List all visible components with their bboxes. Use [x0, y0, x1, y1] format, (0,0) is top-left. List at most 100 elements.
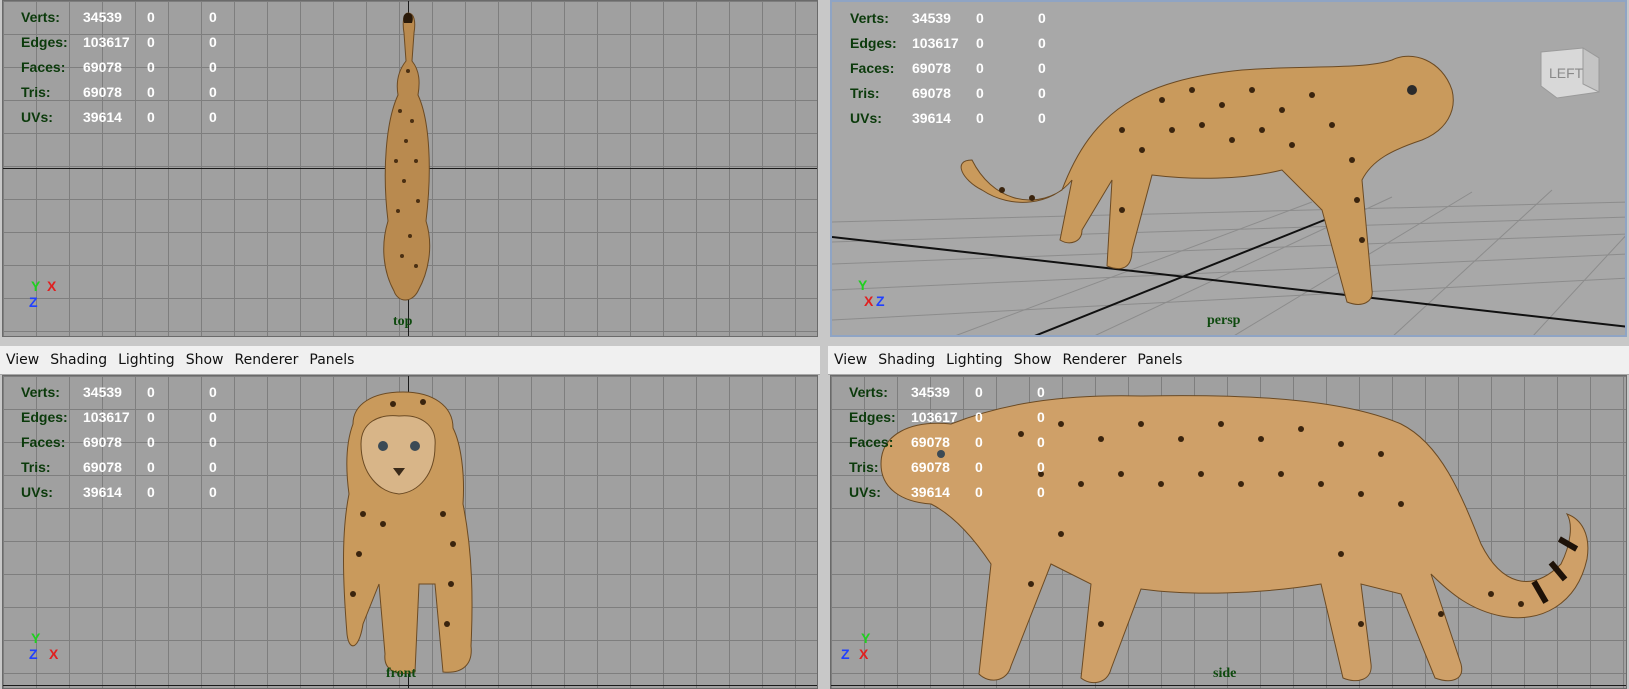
- hud-label: Edges:: [21, 409, 68, 425]
- grid-axis-horizontal: [3, 685, 817, 686]
- hud-value: 0: [1038, 10, 1046, 26]
- camera-name: top: [393, 314, 413, 329]
- hud-value: 0: [209, 434, 217, 450]
- hud-value: 0: [147, 459, 155, 475]
- axis-z-label: Z: [29, 294, 38, 310]
- hud-value: 0: [1037, 384, 1045, 400]
- axis-indicator: Y Z X: [29, 630, 69, 674]
- hud-value: 0: [147, 434, 155, 450]
- hud-value: 0: [976, 60, 984, 76]
- hud-value: 34539: [83, 9, 122, 25]
- viewport-pane-top: Verts: 34539 0 0 Edges: 103617 0 0 Faces: 69078…: [0, 0, 820, 337]
- hud-label: Tris:: [850, 85, 880, 101]
- hud-value: 0: [209, 84, 217, 100]
- view-cube[interactable]: LEFT: [1533, 42, 1603, 104]
- hud-value: 0: [147, 384, 155, 400]
- hud-value: 69078: [83, 434, 122, 450]
- hud-value: 0: [209, 384, 217, 400]
- hud-label: Verts:: [21, 384, 60, 400]
- viewport-pane-front: View Shading Lighting Show Renderer Pane…: [0, 346, 820, 689]
- hud-value: 0: [209, 34, 217, 50]
- hud-value: 0: [1037, 409, 1045, 425]
- menu-view[interactable]: View: [6, 352, 39, 368]
- hud-value: 69078: [83, 459, 122, 475]
- axis-y-label: Y: [31, 630, 41, 646]
- axis-y-label: Y: [861, 630, 871, 646]
- axis-z-label: Z: [841, 646, 850, 662]
- hud-value: 103617: [912, 35, 959, 51]
- hud-value: 34539: [912, 10, 951, 26]
- hud-label: UVs:: [849, 484, 881, 500]
- hud-label: UVs:: [850, 110, 882, 126]
- hud-value: 0: [1038, 60, 1046, 76]
- menu-show[interactable]: Show: [1014, 352, 1052, 368]
- hud-label: Faces:: [849, 434, 894, 450]
- hud-value: 0: [976, 110, 984, 126]
- viewport-side[interactable]: Verts: 34539 0 0 Edges: 103617 0 0 Faces: 69078…: [830, 375, 1627, 689]
- hud-label: Faces:: [21, 59, 66, 75]
- camera-name: side: [1213, 666, 1237, 681]
- menu-panels[interactable]: Panels: [309, 352, 354, 368]
- hud-value: 0: [209, 409, 217, 425]
- hud-label: UVs:: [21, 109, 53, 125]
- hud-value: 0: [147, 59, 155, 75]
- hud-value: 0: [975, 434, 983, 450]
- axis-indicator: Y Z X: [841, 630, 881, 674]
- hud-value: 103617: [911, 409, 958, 425]
- viewport-front[interactable]: Verts: 34539 0 0 Edges: 103617 0 0 Faces: 69078…: [2, 375, 818, 689]
- viewport-persp[interactable]: Verts: 34539 0 0 Edges: 103617 0 0 Faces: 69078…: [830, 0, 1627, 337]
- hud-value: 0: [1038, 110, 1046, 126]
- hud-value: 0: [976, 35, 984, 51]
- poly-count-hud: Verts: 34539 0 0 Edges: 103617 0 0 Faces: 69078…: [850, 6, 1058, 131]
- hud-value: 0: [209, 484, 217, 500]
- hud-label: Faces:: [850, 60, 895, 76]
- axis-z-label: Z: [29, 646, 38, 662]
- hud-value: 0: [1037, 459, 1045, 475]
- hud-value: 0: [147, 484, 155, 500]
- menu-renderer[interactable]: Renderer: [1062, 352, 1126, 368]
- axis-x-label: X: [49, 646, 59, 662]
- hud-value: 39614: [83, 484, 122, 500]
- hud-value: 69078: [83, 59, 122, 75]
- hud-value: 69078: [911, 434, 950, 450]
- camera-name: front: [386, 666, 417, 681]
- menu-lighting[interactable]: Lighting: [118, 352, 175, 368]
- menu-shading[interactable]: Shading: [50, 352, 107, 368]
- hud-value: 0: [147, 34, 155, 50]
- hud-label: Verts:: [849, 384, 888, 400]
- hud-value: 69078: [83, 84, 122, 100]
- menu-lighting[interactable]: Lighting: [946, 352, 1003, 368]
- hud-value: 0: [1038, 35, 1046, 51]
- hud-value: 0: [147, 84, 155, 100]
- menu-view[interactable]: View: [834, 352, 867, 368]
- hud-label: Tris:: [21, 84, 51, 100]
- axis-x-label: X: [859, 646, 869, 662]
- viewport-pane-side: View Shading Lighting Show Renderer Pane…: [828, 346, 1629, 689]
- hud-value: 103617: [83, 34, 130, 50]
- menu-panels[interactable]: Panels: [1137, 352, 1182, 368]
- hud-label: Tris:: [849, 459, 879, 475]
- hud-value: 34539: [83, 384, 122, 400]
- menu-renderer[interactable]: Renderer: [234, 352, 298, 368]
- hud-value: 0: [1038, 85, 1046, 101]
- hud-value: 34539: [911, 384, 950, 400]
- poly-count-hud: Verts: 34539 0 0 Edges: 103617 0 0 Faces: 69078…: [849, 380, 1057, 505]
- axis-y-label: Y: [858, 277, 868, 293]
- hud-value: 0: [976, 85, 984, 101]
- axis-z-label: Z: [876, 293, 885, 309]
- poly-count-hud: Verts: 34539 0 0 Edges: 103617 0 0 Faces: 69078…: [21, 380, 229, 505]
- menu-show[interactable]: Show: [186, 352, 224, 368]
- hud-value: 0: [209, 9, 217, 25]
- hud-value: 0: [975, 409, 983, 425]
- axis-indicator: Y X Z: [858, 277, 898, 321]
- hud-label: Tris:: [21, 459, 51, 475]
- leopard-model-top[interactable]: [368, 11, 448, 306]
- view-cube-label: LEFT: [1549, 65, 1584, 81]
- axis-x-label: X: [47, 278, 57, 294]
- hud-label: Edges:: [850, 35, 897, 51]
- hud-value: 0: [147, 409, 155, 425]
- viewport-top[interactable]: Verts: 34539 0 0 Edges: 103617 0 0 Faces: 69078…: [2, 0, 818, 337]
- leopard-model-front[interactable]: [323, 384, 503, 684]
- hud-value: 0: [147, 109, 155, 125]
- menu-shading[interactable]: Shading: [878, 352, 935, 368]
